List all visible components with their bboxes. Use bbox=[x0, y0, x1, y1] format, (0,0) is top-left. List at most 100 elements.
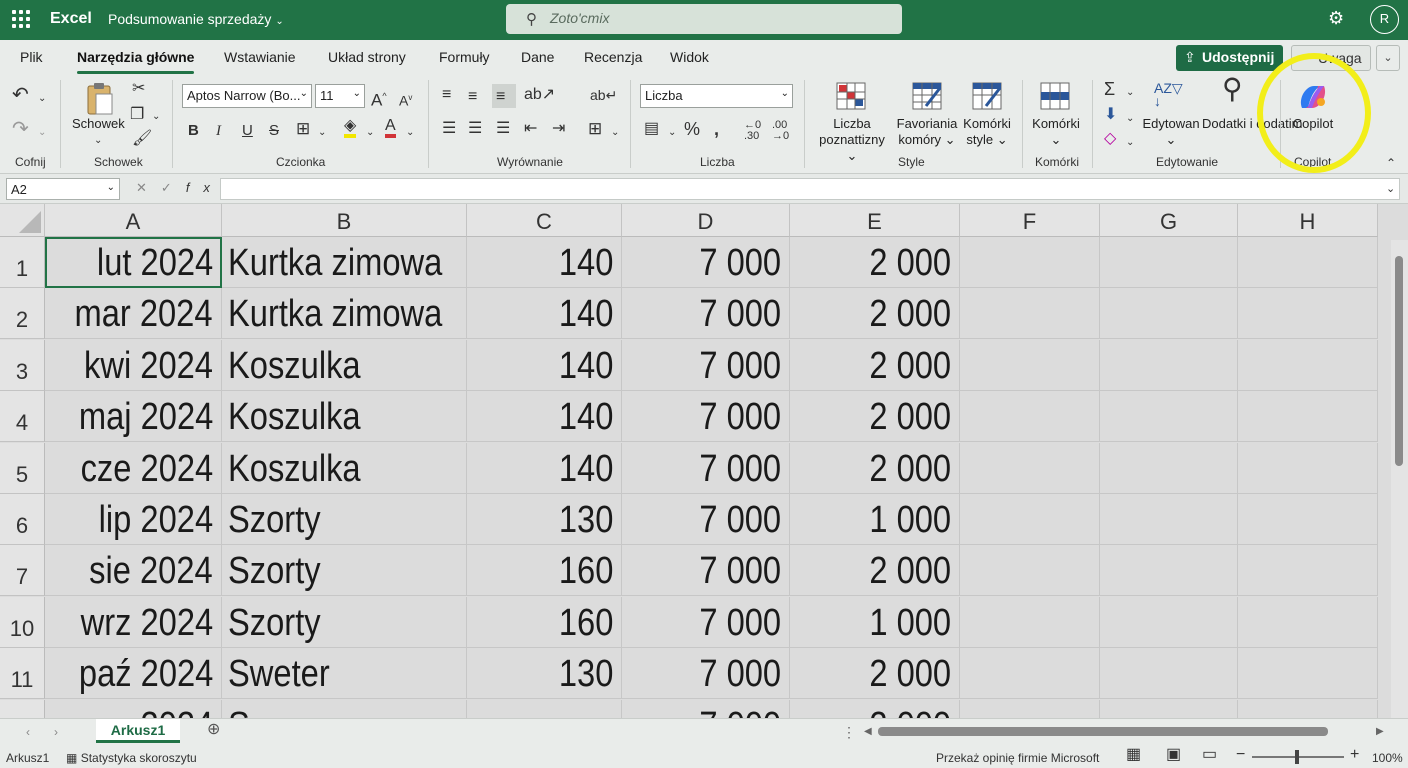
chevron-down-icon[interactable]: ⌄ bbox=[1126, 134, 1134, 152]
row-header[interactable]: 2 bbox=[0, 288, 45, 340]
grid-cell[interactable]: maj 2024 bbox=[45, 391, 222, 443]
grid-cell[interactable]: wrz 2024 bbox=[45, 596, 222, 648]
grid-cell[interactable] bbox=[1238, 596, 1378, 648]
cell-styles-button[interactable]: Komórki style ⌄ bbox=[958, 116, 1016, 148]
grid-cell[interactable]: 2 000 bbox=[790, 237, 960, 288]
grid-cell[interactable] bbox=[1100, 391, 1238, 443]
sort-filter-icon[interactable]: AZ▽ ↓ bbox=[1154, 81, 1183, 108]
decrease-indent-icon[interactable]: ⇤ bbox=[524, 120, 537, 138]
grid-cell[interactable]: 160 bbox=[467, 596, 622, 648]
chevron-down-icon[interactable]: ⌄ bbox=[1376, 45, 1400, 71]
grid-cell[interactable]: ... bbox=[467, 699, 622, 718]
scroll-right-icon[interactable]: ▶ bbox=[1376, 723, 1384, 741]
strikethrough-button[interactable]: S bbox=[269, 122, 279, 140]
grid-cell[interactable]: paź 2024 bbox=[45, 648, 222, 700]
underline-button[interactable]: U bbox=[242, 122, 253, 140]
percent-icon[interactable]: % bbox=[684, 120, 700, 138]
grid-cell[interactable]: ...2024 bbox=[45, 699, 222, 718]
grid-cell[interactable]: 7 000 bbox=[622, 339, 790, 391]
grid-cell[interactable] bbox=[960, 442, 1100, 494]
column-header-g[interactable]: G bbox=[1100, 204, 1238, 237]
undo-icon[interactable]: ↶ bbox=[12, 85, 29, 105]
conditional-formatting-button[interactable]: Liczba poznattizny ⌄ bbox=[812, 116, 892, 164]
grid-cell[interactable] bbox=[1100, 442, 1238, 494]
scrollbar-thumb[interactable] bbox=[1395, 256, 1403, 466]
grid-cell[interactable]: 7 000 bbox=[622, 545, 790, 597]
grid-cell[interactable] bbox=[1238, 545, 1378, 597]
chevron-down-icon[interactable]: ⌄ bbox=[318, 124, 326, 142]
grid-cell[interactable]: mar 2024 bbox=[45, 288, 222, 340]
tab-file[interactable]: Plik bbox=[20, 49, 43, 65]
chevron-down-icon[interactable]: ⌄ bbox=[1126, 84, 1134, 102]
grid-cell[interactable]: 7 000 bbox=[622, 494, 790, 545]
grid-cell[interactable] bbox=[1238, 339, 1378, 391]
row-header[interactable]: 1 bbox=[0, 237, 45, 288]
grid-cell[interactable]: 7 000 bbox=[622, 442, 790, 494]
number-format-select[interactable]: Liczba ⌄ bbox=[640, 84, 793, 108]
grid-cell[interactable] bbox=[1238, 288, 1378, 340]
feedback-link[interactable]: Przekaż opinię firmie Microsoft bbox=[936, 749, 1099, 767]
page-layout-view-icon[interactable]: ▣ bbox=[1166, 746, 1181, 764]
grid-cell[interactable] bbox=[1100, 648, 1238, 700]
grid-cell[interactable]: cze 2024 bbox=[45, 442, 222, 494]
grid-cell[interactable] bbox=[960, 596, 1100, 648]
grid-cell[interactable]: Szorty bbox=[222, 596, 467, 648]
grid-cell[interactable]: Szorty bbox=[222, 545, 467, 597]
grid-cell[interactable]: 2 000 bbox=[790, 699, 960, 718]
row-header[interactable]: 10 bbox=[0, 596, 45, 648]
grid-cell[interactable] bbox=[1100, 545, 1238, 597]
zoom-level[interactable]: 100% bbox=[1372, 749, 1403, 767]
grid-cell[interactable] bbox=[960, 699, 1100, 718]
grid-cell[interactable] bbox=[1238, 237, 1378, 288]
workbook-stats-button[interactable]: ▦ Statystyka skoroszytu bbox=[66, 749, 197, 767]
column-header-f[interactable]: F bbox=[960, 204, 1100, 237]
grid-cell[interactable] bbox=[1100, 288, 1238, 340]
zoom-out-icon[interactable]: − bbox=[1236, 746, 1245, 764]
autosum-icon[interactable]: Σ bbox=[1104, 80, 1115, 98]
format-as-table-button[interactable]: Favoriania komóry ⌄ bbox=[892, 116, 962, 148]
tab-splitter-icon[interactable]: ⋮ bbox=[842, 723, 856, 741]
comma-style-icon[interactable]: , bbox=[714, 120, 719, 138]
grid-cell[interactable]: 7 000 bbox=[622, 596, 790, 648]
merge-cells-icon[interactable]: ⊞ bbox=[588, 120, 602, 138]
document-title[interactable]: Podsumowanie sprzedaży ⌄ bbox=[108, 11, 284, 27]
grid-cell[interactable]: 2 000 bbox=[790, 442, 960, 494]
tab-home[interactable]: Narzędzia główne bbox=[77, 49, 195, 74]
align-left-icon[interactable]: ☰ bbox=[442, 120, 456, 138]
wrap-text-icon[interactable]: ab↵ bbox=[590, 86, 617, 104]
grid-cell[interactable] bbox=[1100, 237, 1238, 288]
grid-cell[interactable] bbox=[1238, 648, 1378, 700]
grid-cell[interactable]: Koszulka bbox=[222, 339, 467, 391]
column-header-h[interactable]: H bbox=[1238, 204, 1378, 237]
formula-input[interactable] bbox=[220, 178, 1400, 200]
grid-cell[interactable]: kwi 2024 bbox=[45, 339, 222, 391]
grid-cell[interactable] bbox=[1100, 596, 1238, 648]
grid-cell[interactable]: 7 000 bbox=[622, 391, 790, 443]
increase-font-icon[interactable]: A^ bbox=[371, 87, 387, 110]
font-name-select[interactable]: Aptos Narrow (Bo... ⌄ bbox=[182, 84, 312, 108]
vertical-scrollbar[interactable] bbox=[1391, 240, 1408, 718]
borders-icon[interactable]: ⊞ bbox=[296, 120, 310, 138]
zoom-slider[interactable] bbox=[1252, 750, 1344, 764]
column-header-d[interactable]: D bbox=[622, 204, 790, 237]
cancel-icon[interactable]: ✕ bbox=[136, 180, 161, 195]
grid-cell[interactable]: Koszulka bbox=[222, 391, 467, 443]
grid-cell[interactable]: Szorty bbox=[222, 494, 467, 545]
add-sheet-icon[interactable]: ⊕ bbox=[207, 721, 220, 739]
font-size-select[interactable]: 11 ⌄ bbox=[315, 84, 365, 108]
grid-cell[interactable]: 7 000 bbox=[622, 699, 790, 718]
bold-button[interactable]: B bbox=[188, 122, 199, 140]
grid-cell[interactable]: 140 bbox=[467, 288, 622, 340]
grid-cell[interactable] bbox=[960, 237, 1100, 288]
row-header[interactable]: 3 bbox=[0, 339, 45, 391]
select-all-corner[interactable] bbox=[0, 204, 45, 237]
fill-icon[interactable]: ⬇ bbox=[1104, 106, 1117, 124]
zoom-in-icon[interactable]: + bbox=[1350, 746, 1359, 764]
fill-color-icon[interactable]: ◈ bbox=[344, 118, 357, 138]
scroll-left-icon[interactable]: ◀ bbox=[864, 723, 872, 741]
search-box[interactable]: ⚲ Zoto'cmix bbox=[506, 4, 902, 34]
grid-cell[interactable] bbox=[1100, 494, 1238, 545]
grid-cell[interactable]: 1 000 bbox=[790, 596, 960, 648]
decrease-decimal-icon[interactable]: .00 →0 bbox=[772, 120, 789, 142]
column-header-e[interactable]: E bbox=[790, 204, 960, 237]
